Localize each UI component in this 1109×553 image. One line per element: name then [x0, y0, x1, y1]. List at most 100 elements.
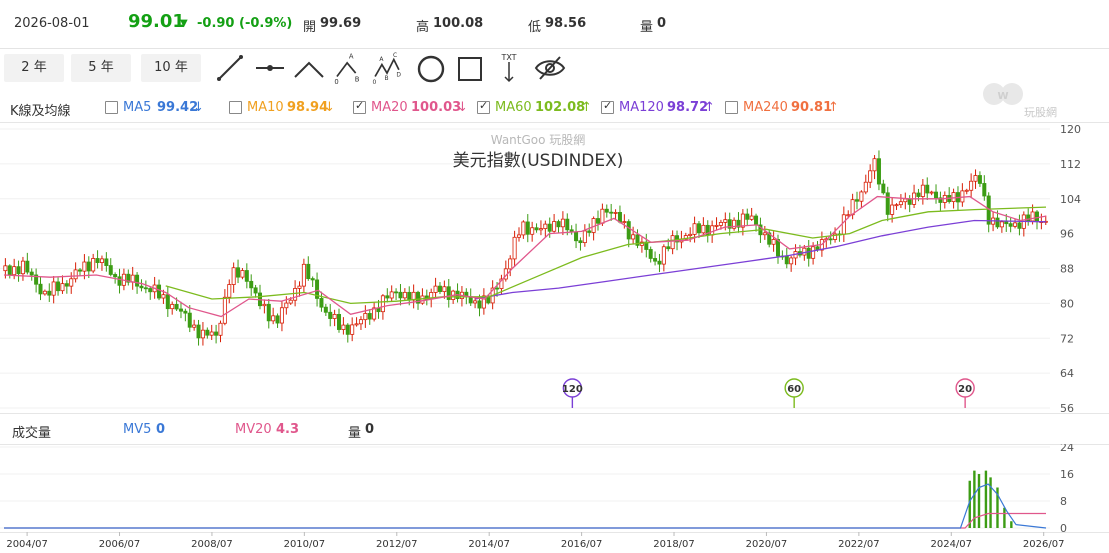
abc-pattern-tool-icon[interactable]: A B 0	[331, 51, 365, 85]
candle-body	[328, 311, 333, 319]
ma240-checkbox[interactable]	[725, 101, 738, 114]
candle-body	[863, 181, 868, 193]
candle-body	[789, 257, 794, 265]
candle-body	[433, 285, 438, 293]
candle-body	[920, 184, 925, 197]
candle-body	[868, 170, 873, 183]
candle-body	[771, 239, 776, 245]
x-tick-label: 2014/07	[468, 539, 510, 550]
candle-body	[934, 191, 939, 199]
hide-drawings-icon[interactable]	[533, 51, 567, 85]
volume-bar	[1003, 507, 1006, 528]
candle-body	[653, 258, 658, 262]
price-y-tick-label: 120	[1060, 123, 1081, 136]
candle-body	[556, 221, 561, 228]
candle-body	[754, 215, 759, 226]
candle-body	[692, 223, 697, 235]
candle-body	[16, 266, 21, 275]
candle-body	[626, 221, 631, 240]
mv5-value: 0	[156, 422, 166, 437]
line-tool-icon[interactable]	[213, 51, 247, 85]
price-y-tick-label: 80	[1060, 297, 1074, 310]
price-change: -0.90 (-0.9%)	[197, 16, 293, 31]
ma120-checkbox[interactable]	[601, 99, 614, 114]
candle-body	[183, 310, 188, 314]
candle-body	[960, 190, 965, 203]
candle-body	[7, 265, 12, 276]
candle-body	[209, 331, 214, 336]
candle-body	[51, 281, 56, 296]
svg-text:B: B	[384, 75, 388, 82]
ma10-value: 98.94	[287, 100, 329, 115]
price-y-tick-label: 56	[1060, 402, 1074, 414]
candle-body	[306, 263, 311, 279]
x-tick-label: 2010/07	[284, 539, 326, 550]
candle-body	[244, 270, 249, 282]
volume-bar	[984, 470, 988, 528]
candle-body	[358, 319, 363, 325]
circle-tool-icon[interactable]	[414, 51, 448, 85]
last-price: 99.01	[128, 11, 185, 32]
candle-body	[82, 261, 87, 272]
svg-text:C: C	[393, 52, 397, 59]
candle-body	[477, 300, 482, 309]
candle-body	[951, 192, 956, 203]
candle-body	[262, 303, 267, 307]
volume-lines	[4, 483, 1047, 529]
vol-label: 量	[348, 426, 362, 441]
candle-body	[249, 280, 254, 289]
candle-body	[696, 223, 701, 234]
ma10-checkbox[interactable]	[229, 101, 242, 114]
candle-body	[407, 291, 412, 301]
volume-y-tick-label: 24	[1060, 444, 1074, 454]
candle-body	[534, 227, 539, 231]
candle-body	[560, 218, 565, 228]
candle-body	[192, 324, 197, 328]
range-2y-button[interactable]: 2 年	[4, 54, 64, 82]
candle-body	[617, 212, 622, 223]
candle-body	[275, 315, 280, 324]
ma5-value: 99.42	[157, 100, 199, 115]
ma20-label: MA20	[371, 100, 408, 115]
candle-body	[609, 211, 614, 214]
volume-chart[interactable]: 0 8 16 24 2004/07 2006/07 2008/07 2010/07 2012/…	[0, 444, 1109, 553]
candle-body	[885, 192, 890, 215]
ma5-checkbox[interactable]	[105, 101, 118, 114]
candle-body	[25, 260, 30, 273]
candle-body	[91, 258, 96, 272]
price-chart[interactable]: WantGoo 玩股網 美元指數(USDINDEX) 56 64 72 80 88 96 1…	[0, 122, 1109, 414]
candle-body	[95, 258, 100, 263]
candle-body	[108, 265, 113, 275]
chart-watermark: WantGoo 玩股網	[491, 133, 586, 147]
candle-body	[20, 260, 25, 275]
range-5y-button[interactable]: 5 年	[71, 54, 131, 82]
text-tool-icon[interactable]: TXT	[492, 51, 526, 85]
candle-body	[587, 230, 592, 233]
candle-body	[806, 247, 811, 259]
rectangle-tool-icon[interactable]	[453, 51, 487, 85]
candle-body	[56, 281, 61, 292]
candle-body	[876, 158, 881, 185]
svg-text:0: 0	[373, 79, 377, 85]
x-tick-label: 2026/07	[1023, 539, 1065, 550]
candle-body	[236, 267, 241, 278]
ma20-checkbox[interactable]	[353, 99, 366, 114]
candle-body	[622, 221, 627, 223]
x-tick-label: 2008/07	[191, 539, 233, 550]
range-10y-button[interactable]: 10 年	[141, 54, 201, 82]
candle-body	[894, 204, 899, 207]
volume-y-tick-label: 0	[1060, 522, 1067, 535]
segment-tool-icon[interactable]	[253, 51, 287, 85]
volume-label: 量	[640, 20, 654, 35]
candle-body	[925, 184, 930, 194]
candle-body	[297, 285, 302, 289]
candle-body	[710, 225, 715, 236]
x-axis: 2004/07 2006/07 2008/07 2010/07 2012/07 2014/…	[6, 532, 1064, 550]
kline-ma-title: K線及均線	[10, 104, 71, 119]
high-value: 100.08	[433, 16, 484, 31]
x-tick-label: 2006/07	[99, 539, 141, 550]
candle-body	[841, 214, 846, 235]
abcd-pattern-tool-icon[interactable]: A C B D 0	[370, 51, 404, 85]
angle-tool-icon[interactable]	[292, 51, 326, 85]
ma60-checkbox[interactable]	[477, 99, 490, 114]
